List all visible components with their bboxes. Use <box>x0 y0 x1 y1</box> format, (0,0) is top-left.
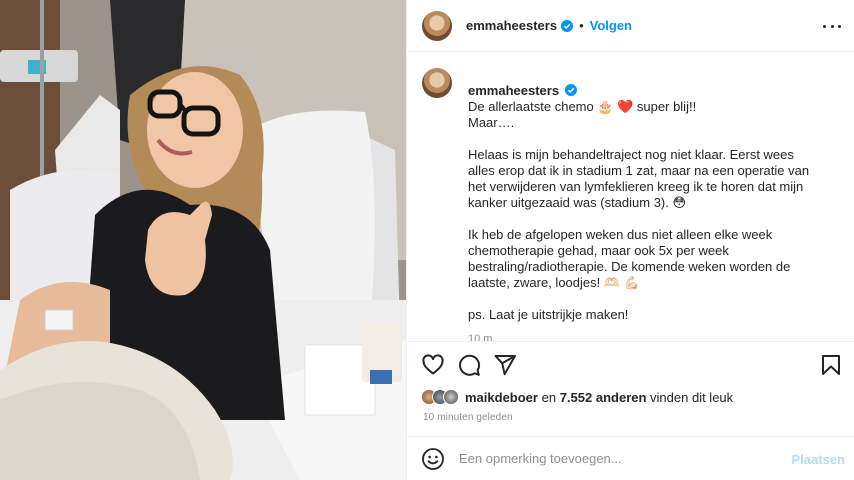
separator-dot: • <box>579 18 584 33</box>
bookmark-icon[interactable] <box>819 353 843 377</box>
post-comment-button[interactable]: Plaatsen <box>792 452 845 467</box>
paper-plane-icon[interactable] <box>493 353 517 377</box>
post-details-panel: emmaheesters • Volgen emmaheesters De al… <box>406 0 854 480</box>
liker-avatars[interactable] <box>421 389 459 405</box>
comment-bubble-icon[interactable] <box>457 353 481 377</box>
post-photo[interactable] <box>0 0 406 480</box>
smiley-icon[interactable] <box>421 447 445 471</box>
caption: emmaheesters De allerlaatste chemo 🎂 ❤️ … <box>468 67 824 341</box>
caption-username[interactable]: emmaheesters <box>468 83 559 98</box>
verified-badge-icon <box>561 19 574 32</box>
likes-summary: maikdeboer en 7.552 anderen vinden dit l… <box>421 389 733 405</box>
verified-badge-icon <box>565 84 578 96</box>
caption-area: emmaheesters De allerlaatste chemo 🎂 ❤️ … <box>407 52 854 341</box>
caption-avatar[interactable] <box>422 68 452 98</box>
more-options-icon[interactable] <box>823 17 841 35</box>
likes-suffix: vinden dit leuk <box>650 389 734 405</box>
post-header: emmaheesters • Volgen <box>407 0 854 52</box>
liker-username[interactable]: maikdeboer <box>465 390 538 405</box>
heart-icon[interactable] <box>421 353 445 377</box>
header-username[interactable]: emmaheesters <box>466 18 557 33</box>
likes-count[interactable]: 7.552 anderen <box>560 390 647 405</box>
hospital-photo-illustration <box>0 0 406 480</box>
comment-input[interactable] <box>459 451 779 466</box>
avatar[interactable] <box>422 10 452 41</box>
follow-button[interactable]: Volgen <box>590 18 632 33</box>
caption-timestamp[interactable]: 10 m. <box>468 331 824 341</box>
caption-text: De allerlaatste chemo 🎂 ❤️ super blij!! … <box>468 99 810 322</box>
post-time-ago[interactable]: 10 minuten geleden <box>423 412 513 423</box>
comment-bar: Plaatsen <box>407 436 854 480</box>
likes-connector: en <box>541 389 557 405</box>
action-bar <box>407 341 854 387</box>
